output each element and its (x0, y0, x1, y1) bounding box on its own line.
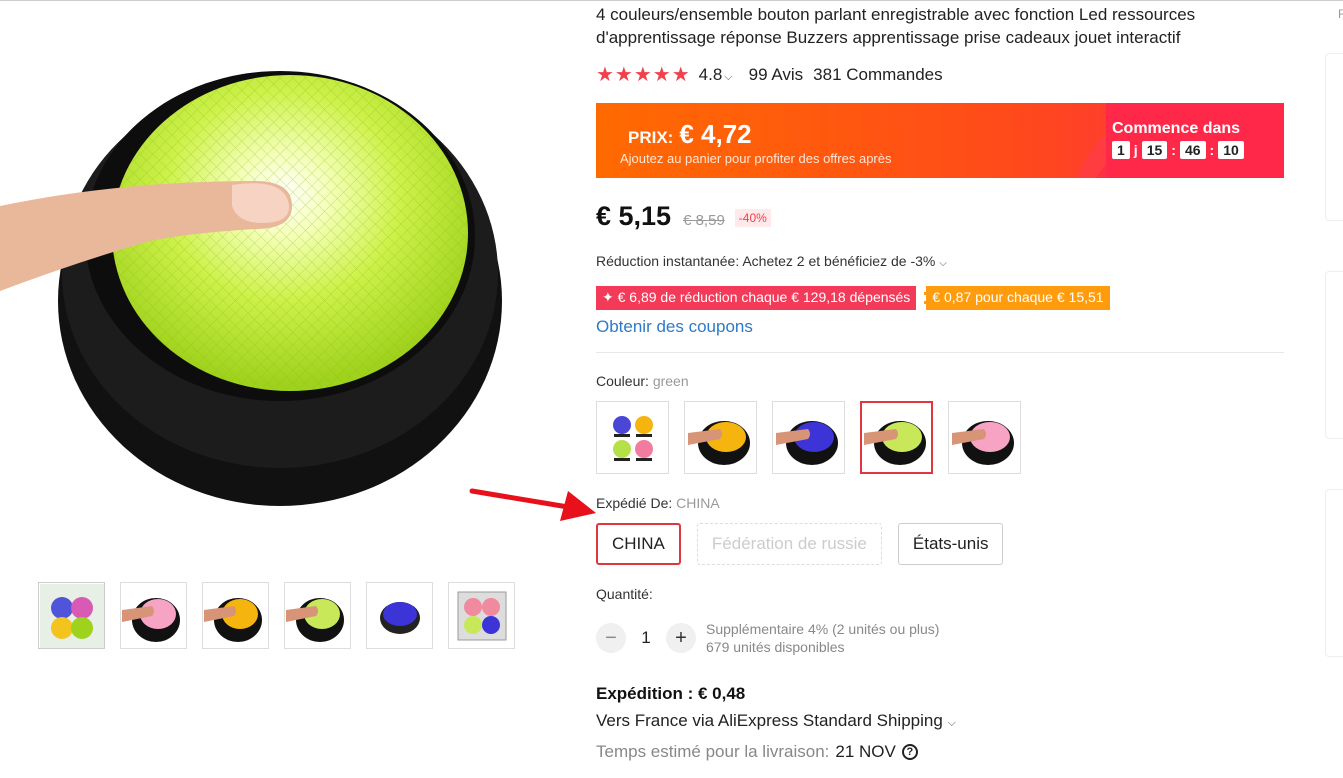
price-row: € 5,15 € 8,59 -40% (596, 201, 771, 232)
store-coupon-orange[interactable]: € 0,87 pour chaque € 15,51 (924, 286, 1110, 310)
current-price: € 5,15 (596, 201, 672, 231)
help-icon[interactable]: ? (901, 744, 918, 760)
ships-from-label-text: Expédié De: (596, 495, 673, 511)
get-coupons-link[interactable]: Obtenir des coupons (596, 317, 753, 337)
color-option-pink[interactable] (948, 401, 1021, 474)
chevron-down-icon: ⌵ (939, 258, 947, 269)
rating-dropdown[interactable]: 4.8 ⌵ (699, 65, 733, 85)
promo-label: PRIX: (628, 128, 674, 147)
countdown-minutes: 46 (1179, 141, 1206, 159)
orders-count: 381 Commandes (813, 64, 943, 84)
quantity-label: Quantité: (596, 586, 653, 602)
countdown-hours: 15 (1141, 141, 1168, 159)
delivery-estimate-date: 21 NOV (835, 742, 896, 761)
red-arrow-icon (469, 488, 596, 521)
ships-from-label: Expédié De: CHINA (596, 495, 720, 511)
sidebar-letter: R (1338, 7, 1343, 21)
ships-from-china[interactable]: CHINA (596, 523, 681, 565)
countdown-separator: : (1209, 142, 1215, 158)
promo-subtitle: Ajoutez au panier pour profiter des offr… (620, 151, 892, 166)
quantity-increase-button[interactable]: + (666, 623, 696, 653)
reviews-link[interactable]: 99 Avis (749, 65, 804, 85)
countdown-timer: 1 j 15 : 46 : 10 (1112, 141, 1284, 159)
delivery-estimate: Temps estimé pour la livraison: 21 NOV ? (596, 742, 918, 762)
quantity-available: 679 unités disponibles (706, 639, 845, 655)
related-card[interactable] (1325, 53, 1343, 221)
countdown-days: 1 (1112, 141, 1130, 159)
product-title: 4 couleurs/ensemble bouton parlant enreg… (596, 5, 1196, 47)
original-price: € 8,59 (683, 212, 725, 229)
ships-from-russia[interactable]: Fédération de russie (696, 523, 882, 565)
ships-from-selected: CHINA (676, 495, 720, 511)
quantity-input[interactable]: 1 (626, 628, 666, 648)
quantity-info: Supplémentaire 4% (2 unités ou plus) 679… (706, 620, 939, 656)
chevron-down-icon: ⌵ (724, 70, 733, 83)
product-page: 4 couleurs/ensemble bouton parlant enreg… (0, 0, 1343, 778)
thumbnail-box[interactable] (448, 582, 515, 649)
promo-value: € 4,72 (679, 119, 752, 149)
thumbnail-pink[interactable] (120, 582, 187, 649)
color-option-blue[interactable] (772, 401, 845, 474)
rating-value: 4.8 (698, 64, 723, 84)
rating-row: ★★★★★ 4.8 ⌵ 99 Avis 381 Commandes (596, 62, 943, 87)
countdown-separator: : (1171, 142, 1176, 158)
thumbnail-green[interactable] (284, 582, 351, 649)
color-swatches (596, 401, 1021, 474)
thumbnail-yellow[interactable] (202, 582, 269, 649)
quantity-decrease-button[interactable]: − (596, 623, 626, 653)
discount-badge: -40% (734, 209, 771, 227)
color-label-text: Couleur: (596, 373, 649, 389)
shipping-method-dropdown[interactable]: Vers France via AliExpress Standard Ship… (596, 711, 956, 731)
delivery-estimate-label: Temps estimé pour la livraison: (596, 742, 830, 761)
main-product-image[interactable] (0, 1, 580, 511)
coupons-row: ✦ € 6,89 de réduction chaque € 129,18 dé… (596, 286, 1110, 310)
ships-from-usa[interactable]: États-unis (897, 523, 1004, 565)
promo-countdown-panel: Commence dans 1 j 15 : 46 : 10 (1106, 103, 1284, 178)
countdown-seconds: 10 (1218, 141, 1244, 159)
color-selected-value: green (652, 373, 689, 389)
promo-price: PRIX: € 4,72 (628, 119, 752, 150)
shipping-title: Expédition : € 0,48 (596, 684, 746, 703)
related-sidebar: R (1325, 1, 1343, 778)
quantity-stepper: − 1 + Supplémentaire 4% (2 unités ou plu… (596, 620, 939, 656)
color-option-yellow[interactable] (684, 401, 757, 474)
ships-from-options: CHINA Fédération de russie États-unis (596, 523, 1004, 565)
related-card[interactable] (1325, 271, 1343, 439)
shipping-method-text: Vers France via AliExpress Standard Ship… (596, 711, 943, 730)
related-card[interactable] (1325, 489, 1343, 657)
rating-stars-icon: ★★★★★ (596, 64, 691, 86)
instant-discount-text: Réduction instantanée: Achetez 2 et béné… (596, 253, 936, 269)
quantity-bonus: Supplémentaire 4% (2 unités ou plus) (706, 621, 940, 637)
color-option-green[interactable] (860, 401, 933, 474)
color-option-set[interactable] (596, 401, 669, 474)
promo-banner: PRIX: € 4,72 Ajoutez au panier pour prof… (596, 103, 1284, 178)
divider (596, 352, 1284, 353)
color-label: Couleur: green (596, 373, 689, 389)
thumbnail-set[interactable] (38, 582, 105, 649)
chevron-down-icon: ⌵ (947, 717, 956, 729)
store-coupon-red[interactable]: ✦ € 6,89 de réduction chaque € 129,18 dé… (596, 286, 917, 310)
instant-discount[interactable]: Réduction instantanée: Achetez 2 et béné… (596, 253, 947, 269)
countdown-days-unit: j (1133, 142, 1138, 158)
countdown-label: Commence dans (1112, 120, 1241, 137)
thumbnail-blue[interactable] (366, 582, 433, 649)
thumbnail-strip (38, 582, 515, 649)
